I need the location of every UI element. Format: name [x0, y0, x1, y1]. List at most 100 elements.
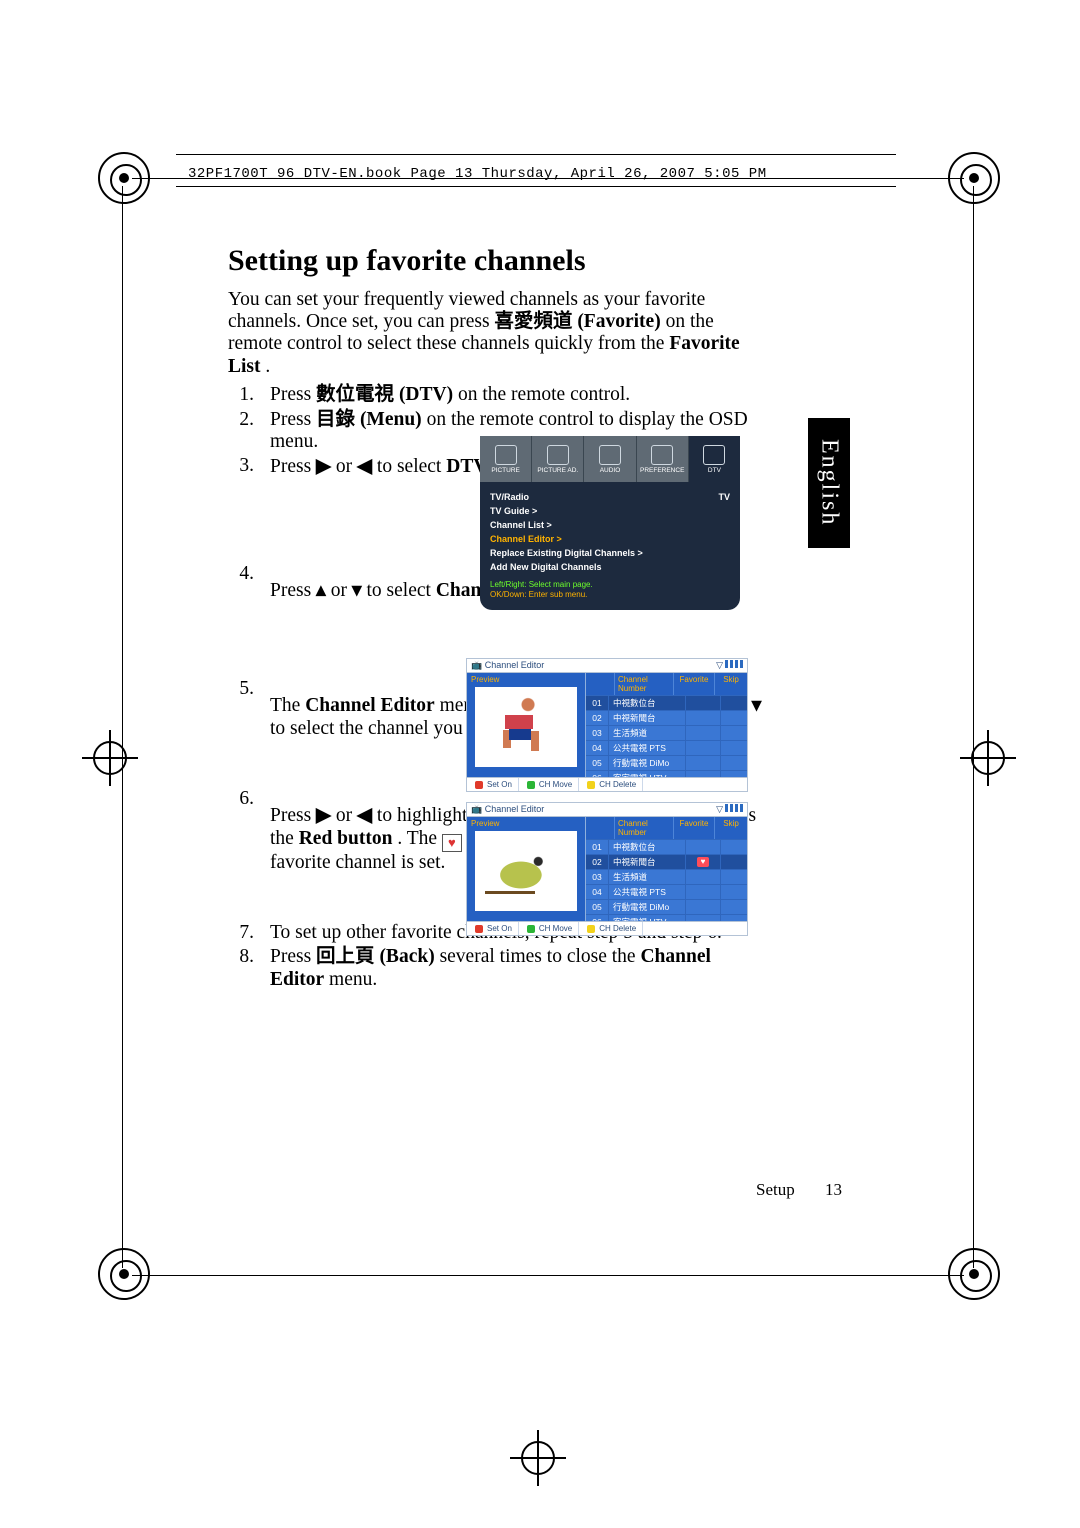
favorite-heart-icon — [697, 857, 709, 867]
chedit-footer: Set On CH Move CH Delete — [466, 922, 748, 936]
step-text: Press — [270, 580, 316, 601]
intro-cjk: 喜愛頻道 — [494, 311, 572, 332]
runner-illustration — [475, 687, 577, 767]
col-header-favorite: Favorite — [674, 673, 715, 695]
channel-editor-figure-2: 📺 Channel Editor ▽ Preview Channel Numbe… — [466, 802, 748, 936]
col-header-skip: Skip — [715, 817, 747, 839]
step-text: Press — [270, 805, 316, 826]
channel-row[interactable]: 02中視新聞台 — [586, 854, 747, 869]
green-dot-icon — [527, 925, 535, 933]
osd-tab-icon — [651, 445, 673, 465]
col-header-number: Channel Number — [615, 673, 674, 695]
registration-mark — [82, 730, 138, 786]
osd-tab[interactable]: PICTURE — [480, 436, 532, 482]
channel-row[interactable]: 04公共電視 PTS — [586, 884, 747, 899]
bird-illustration — [475, 831, 577, 911]
channel-editor-figure-1: 📺 Channel Editor ▽ Preview Channel Numbe… — [466, 658, 748, 792]
channel-row[interactable]: 04公共電視 PTS — [586, 740, 747, 755]
channel-row[interactable]: 06客家電視 HTV — [586, 914, 747, 921]
osd-tab-label: DTV — [708, 467, 721, 474]
osd-tab-label: PREFERENCE — [640, 467, 684, 474]
yellow-dot-icon — [587, 925, 595, 933]
chedit-footer: Set On CH Move CH Delete — [466, 778, 748, 792]
step-text: The — [270, 695, 305, 716]
osd-tab[interactable]: PREFERENCE — [637, 436, 689, 482]
preview-label: Preview — [471, 819, 499, 828]
channel-row[interactable]: 06客家電視 HTV — [586, 770, 747, 777]
yellow-dot-icon — [587, 781, 595, 789]
crop-mark — [948, 1248, 1000, 1300]
red-dot-icon — [475, 781, 483, 789]
header-rule — [176, 154, 896, 155]
osd-menu-item[interactable]: Channel Editor > — [490, 532, 730, 546]
step-text: to select — [367, 580, 436, 601]
print-rule — [122, 186, 123, 1268]
step-1: 1. Press 數位電視 (DTV) on the remote contro… — [228, 384, 768, 406]
channel-row[interactable]: 05行動電視 DiMo — [586, 899, 747, 914]
step-bold: Channel Editor — [305, 695, 434, 716]
channel-row[interactable]: 03生活頻道 — [586, 725, 747, 740]
step-text: on the remote control. — [458, 384, 630, 405]
osd-tab-icon — [495, 445, 517, 465]
col-header-number: Channel Number — [615, 817, 674, 839]
intro-paragraph: You can set your frequently viewed chann… — [228, 289, 768, 379]
right-arrow-icon: ▶ — [316, 804, 331, 826]
osd-tab-label: PICTURE AD. — [537, 467, 578, 474]
channel-row[interactable]: 03生活頻道 — [586, 869, 747, 884]
step-text: Press — [270, 456, 316, 477]
col-header-skip: Skip — [715, 673, 747, 695]
crop-mark — [98, 1248, 150, 1300]
intro-text: . — [265, 356, 270, 377]
osd-tab-icon — [703, 445, 725, 465]
registration-mark — [510, 1430, 566, 1486]
channel-row[interactable]: 01中視數位台 — [586, 839, 747, 854]
book-header: 32PF1700T_96_DTV-EN.book Page 13 Thursda… — [188, 166, 767, 182]
left-arrow-icon: ◀ — [357, 804, 372, 826]
page-title: Setting up favorite channels — [228, 244, 768, 279]
channel-row[interactable]: 02中視新聞台 — [586, 710, 747, 725]
step-bold: (Back) — [379, 946, 434, 967]
up-arrow-icon: ▴ — [316, 579, 326, 601]
intro-paren: (Favorite) — [577, 311, 660, 332]
preview-label: Preview — [471, 675, 499, 684]
step-text: or — [336, 456, 357, 477]
osd-menu-item[interactable]: Channel List > — [490, 518, 730, 532]
col-header-favorite: Favorite — [674, 817, 715, 839]
step-bold: Red button — [299, 828, 393, 849]
step-text: several times to close the — [440, 946, 641, 967]
print-rule — [973, 186, 974, 1268]
osd-tab[interactable]: DTV — [689, 436, 740, 482]
down-arrow-icon: ▾ — [352, 579, 362, 601]
step-text: menu. — [329, 969, 377, 990]
osd-menu-item[interactable]: TV/RadioTV — [490, 490, 730, 504]
footer-page-number: 13 — [825, 1180, 842, 1199]
language-tab: English — [808, 418, 850, 548]
print-rule — [132, 1275, 964, 1276]
channel-row[interactable]: 01中視數位台 — [586, 695, 747, 710]
osd-menu-item[interactable]: Replace Existing Digital Channels > — [490, 546, 730, 560]
step-text: Press — [270, 946, 316, 967]
osd-tab-label: PICTURE — [491, 467, 520, 474]
step-text: Press — [270, 409, 316, 430]
osd-menu: PICTURE PICTURE AD. AUDIO PREFERENCE DTV TV/… — [480, 436, 740, 610]
osd-tab-icon — [547, 445, 569, 465]
osd-menu-item[interactable]: TV Guide > — [490, 504, 730, 518]
step-text: Press — [270, 384, 316, 405]
osd-help-line: OK/Down: Enter sub menu. — [490, 590, 730, 600]
step-cjk: 回上頁 — [316, 946, 375, 967]
step-bold: (Menu) — [360, 409, 422, 430]
right-arrow-icon: ▶ — [316, 455, 331, 477]
signal-icon: ▽ — [716, 804, 743, 815]
osd-tab-label: AUDIO — [600, 467, 621, 474]
page-footer: Setup 13 — [756, 1180, 842, 1200]
header-rule — [176, 186, 896, 187]
osd-tab-icon — [599, 445, 621, 465]
registration-mark — [960, 730, 1016, 786]
left-arrow-icon: ◀ — [357, 455, 372, 477]
channel-row[interactable]: 05行動電視 DiMo — [586, 755, 747, 770]
osd-tab[interactable]: PICTURE AD. — [532, 436, 584, 482]
osd-menu-item[interactable]: Add New Digital Channels — [490, 560, 730, 574]
chedit-title: Channel Editor — [485, 804, 545, 814]
osd-tab[interactable]: AUDIO — [584, 436, 636, 482]
step-text: . The — [397, 828, 442, 849]
